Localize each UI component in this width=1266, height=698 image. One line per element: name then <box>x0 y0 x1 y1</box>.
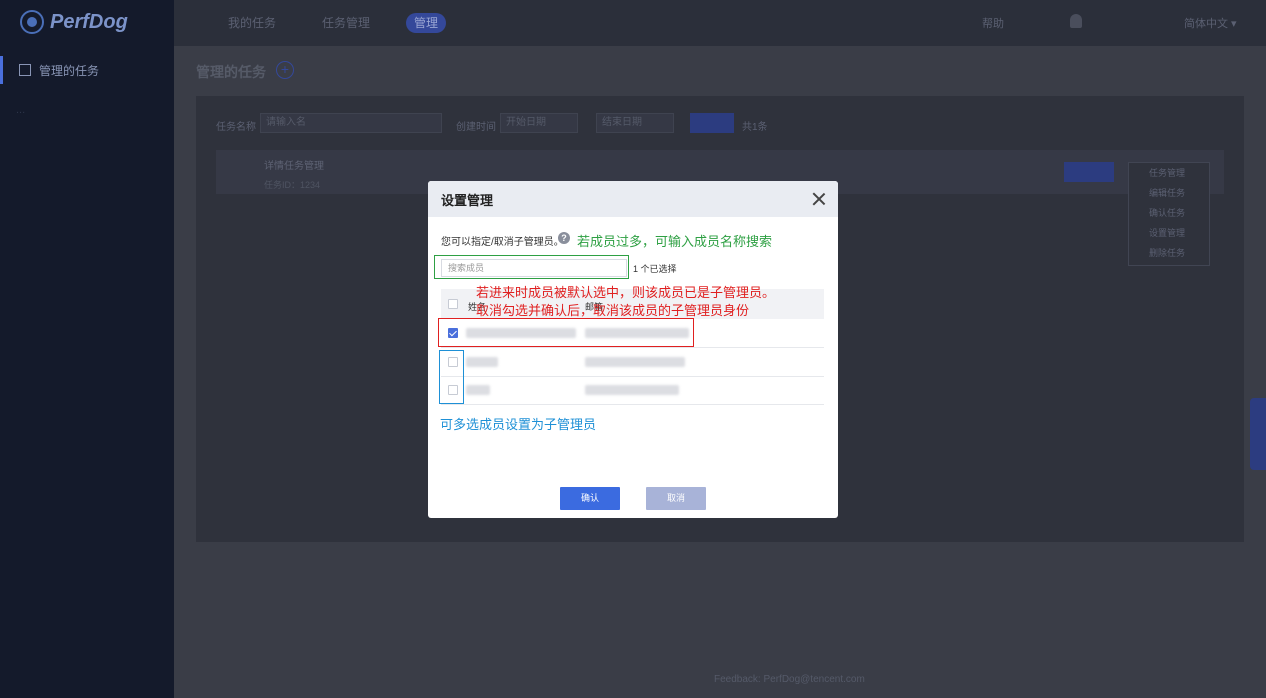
member-name-redacted <box>466 385 490 395</box>
annotation-multi-note: 可多选成员设置为子管理员 <box>440 414 596 433</box>
total-count: 共1条 <box>742 118 768 133</box>
confirm-button[interactable]: 确认 <box>560 487 620 510</box>
tab-manage[interactable]: 管理 <box>406 13 446 33</box>
sidebar-item-label: 管理的任务 <box>39 62 99 79</box>
row-divider <box>441 404 824 405</box>
page-title: 管理的任务 <box>196 62 266 82</box>
annotation-box-checked-member <box>438 318 694 347</box>
member-name-redacted <box>466 357 498 367</box>
language-select[interactable]: 简体中文 ▾ <box>1184 15 1237 31</box>
annotation-box-search <box>434 255 629 279</box>
logo-text: PerfDog <box>50 11 128 34</box>
add-task-button[interactable]: + <box>276 61 294 79</box>
row-divider <box>441 376 824 377</box>
dialog-hint: 您可以指定/取消子管理员。 <box>441 233 564 248</box>
task-menu-item[interactable]: 删除任务 <box>1129 243 1209 263</box>
sidebar-item-managed-tasks[interactable]: 管理的任务 <box>0 56 174 84</box>
tab-task-management[interactable]: 任务管理 <box>314 13 378 33</box>
task-title: 详情任务管理 <box>264 157 324 172</box>
tab-my-tasks[interactable]: 我的任务 <box>220 13 284 33</box>
annotation-default-note-1: 若进来时成员被默认选中，则该成员已是子管理员。 <box>476 282 775 301</box>
annotation-box-multiselect <box>439 350 464 404</box>
floating-toolbar[interactable] <box>1250 398 1266 470</box>
task-subtitle: 任务ID：1234 <box>264 178 320 191</box>
sidebar-item-2[interactable]: ... <box>16 104 25 116</box>
query-button[interactable] <box>690 113 734 133</box>
task-menu-item[interactable]: 确认任务 <box>1129 203 1209 223</box>
row-divider <box>441 347 824 348</box>
member-email-redacted <box>585 357 685 367</box>
annotation-default-note-2: 取消勾选并确认后，取消该成员的子管理员身份 <box>476 300 749 319</box>
task-action-button[interactable] <box>1064 162 1114 182</box>
bell-icon[interactable] <box>1070 14 1082 28</box>
task-name-input[interactable]: 请输入名 <box>260 113 442 133</box>
task-menu: 任务管理 编辑任务 确认任务 设置管理 删除任务 <box>1128 162 1210 266</box>
task-menu-item[interactable]: 设置管理 <box>1129 223 1209 243</box>
task-menu-item[interactable]: 编辑任务 <box>1129 183 1209 203</box>
task-menu-item[interactable]: 任务管理 <box>1129 163 1209 183</box>
member-email-redacted <box>585 385 679 395</box>
end-date-input[interactable]: 结束日期 <box>596 113 674 133</box>
help-icon[interactable]: ? <box>558 232 570 244</box>
filter-name-label: 任务名称 <box>216 118 256 133</box>
selected-count: 1 个已选择 <box>633 262 677 275</box>
dialog-title: 设置管理 <box>441 190 493 209</box>
help-link[interactable]: 帮助 <box>982 15 1004 31</box>
task-list-icon <box>19 64 31 76</box>
logo: PerfDog <box>20 10 128 34</box>
annotation-search-note: 若成员过多，可输入成员名称搜索 <box>577 231 772 250</box>
cancel-button[interactable]: 取消 <box>646 487 706 510</box>
perfdog-logo-icon <box>20 10 44 34</box>
top-nav: 我的任务 任务管理 管理 帮助 简体中文 ▾ <box>174 0 1266 46</box>
footer-feedback: Feedback: PerfDog@tencent.com <box>714 674 865 685</box>
select-all-checkbox[interactable] <box>448 299 458 309</box>
sidebar: PerfDog 管理的任务 ... <box>0 0 174 698</box>
close-icon[interactable] <box>812 192 826 206</box>
dialog-header: 设置管理 <box>428 181 838 217</box>
filter-time-label: 创建时间 <box>456 118 496 133</box>
start-date-input[interactable]: 开始日期 <box>500 113 578 133</box>
